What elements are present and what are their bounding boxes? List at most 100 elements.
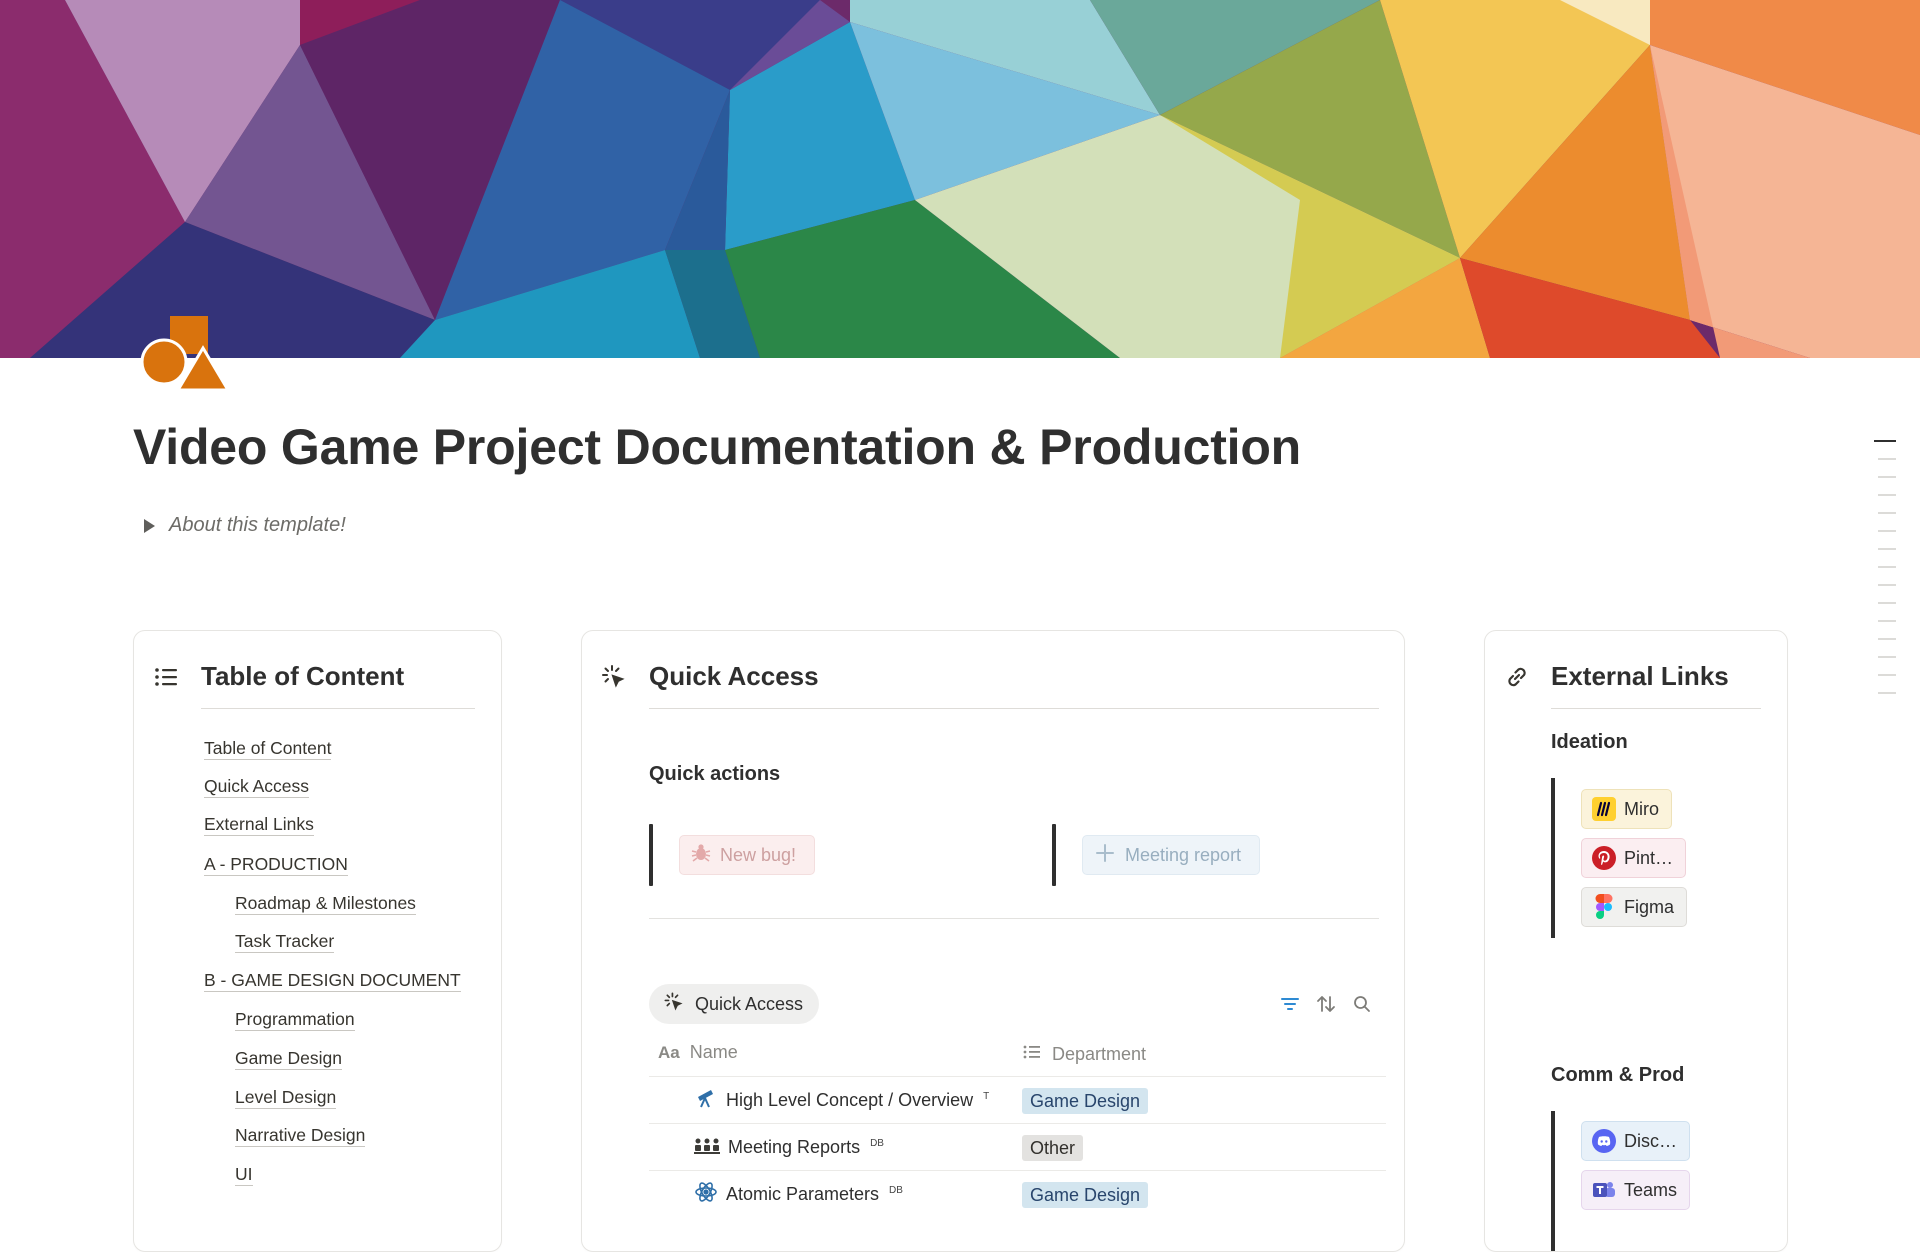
toc-item-production[interactable]: A - PRODUCTION bbox=[204, 853, 348, 876]
toc-item-level-design[interactable]: Level Design bbox=[235, 1086, 337, 1109]
outline-item[interactable] bbox=[1878, 566, 1896, 568]
figma-icon bbox=[1592, 894, 1616, 919]
table-of-content-card: Table of Content Table of Content Quick … bbox=[133, 630, 502, 1252]
toc-item-roadmap[interactable]: Roadmap & Milestones bbox=[235, 892, 416, 915]
outline-item[interactable] bbox=[1878, 674, 1896, 676]
outline-item[interactable] bbox=[1878, 584, 1896, 586]
divider bbox=[201, 708, 475, 709]
quick-actions-heading: Quick actions bbox=[649, 763, 781, 785]
new-bug-label: New bug! bbox=[720, 844, 797, 865]
table-row[interactable]: Atomic Parameters DB Game Design bbox=[649, 1171, 1386, 1217]
outline-item[interactable] bbox=[1878, 494, 1896, 496]
plus-icon bbox=[1095, 843, 1115, 868]
sort-icon[interactable] bbox=[1315, 993, 1337, 1015]
outline-item[interactable] bbox=[1878, 458, 1896, 460]
link-figma[interactable]: Figma bbox=[1581, 887, 1688, 927]
toc-item-game-design[interactable]: Game Design bbox=[235, 1047, 342, 1070]
meeting-report-label: Meeting report bbox=[1125, 844, 1242, 865]
row-badge: DB bbox=[870, 1137, 884, 1149]
row-name-text: Meeting Reports bbox=[728, 1136, 861, 1157]
search-icon[interactable] bbox=[1351, 993, 1373, 1015]
toc-item-external-links[interactable]: External Links bbox=[204, 813, 314, 836]
miro-icon bbox=[1592, 797, 1616, 821]
toc-item-table-of-content[interactable]: Table of Content bbox=[204, 737, 332, 760]
outline-item[interactable] bbox=[1878, 602, 1896, 604]
outline-item[interactable] bbox=[1878, 548, 1896, 550]
pinterest-icon bbox=[1592, 846, 1616, 870]
outline-item[interactable] bbox=[1878, 512, 1896, 514]
teams-icon bbox=[1592, 1178, 1616, 1202]
outline-item[interactable] bbox=[1878, 656, 1896, 658]
discord-icon bbox=[1592, 1129, 1616, 1153]
toc-item-game-design-document[interactable]: B - GAME DESIGN DOCUMENT bbox=[204, 969, 461, 992]
row-name-text: Atomic Parameters bbox=[726, 1183, 880, 1204]
outline-item[interactable] bbox=[1878, 530, 1896, 532]
callout-bar bbox=[649, 824, 653, 886]
outline-item[interactable] bbox=[1874, 440, 1896, 442]
link-label: Miro bbox=[1624, 798, 1659, 819]
link-label: Teams bbox=[1624, 1179, 1678, 1200]
callout-bar bbox=[1052, 824, 1056, 886]
telescope-icon bbox=[694, 1086, 718, 1115]
row-name-text: High Level Concept / Overview bbox=[726, 1089, 974, 1110]
outline-item[interactable] bbox=[1878, 692, 1896, 694]
toc-item-ui[interactable]: UI bbox=[235, 1163, 253, 1186]
new-bug-button[interactable]: New bug! bbox=[679, 835, 815, 875]
sparkle-cursor-icon bbox=[600, 663, 628, 691]
toc-item-narrative-design[interactable]: Narrative Design bbox=[235, 1124, 366, 1147]
text-aa-icon: Aa bbox=[658, 1042, 680, 1062]
outline-item[interactable] bbox=[1878, 638, 1896, 640]
link-teams[interactable]: Teams bbox=[1581, 1170, 1691, 1210]
link-label: Pint… bbox=[1624, 847, 1674, 868]
comm-prod-heading: Comm & Prod bbox=[1551, 1064, 1685, 1086]
quick-access-title: Quick Access bbox=[649, 661, 819, 691]
external-links-title: External Links bbox=[1551, 661, 1729, 691]
link-pinterest[interactable]: Pint… bbox=[1581, 838, 1687, 878]
filter-icon[interactable] bbox=[1279, 993, 1301, 1015]
sparkle-cursor-icon bbox=[663, 991, 685, 1018]
toc-title: Table of Content bbox=[201, 661, 405, 691]
shapes-icon[interactable] bbox=[140, 316, 231, 392]
link-discord[interactable]: Disc… bbox=[1581, 1121, 1690, 1161]
table-row[interactable]: Meeting Reports DB Other bbox=[649, 1124, 1386, 1170]
toggle-triangle-icon[interactable] bbox=[144, 518, 155, 533]
row-badge: T bbox=[983, 1090, 990, 1102]
department-tag: Other bbox=[1022, 1135, 1084, 1161]
meeting-report-button[interactable]: Meeting report bbox=[1082, 835, 1260, 875]
column-header-department[interactable]: Department bbox=[1022, 1042, 1146, 1067]
divider bbox=[1551, 708, 1761, 709]
outline-item[interactable] bbox=[1878, 620, 1896, 622]
toc-item-quick-access[interactable]: Quick Access bbox=[204, 775, 310, 798]
row-badge: DB bbox=[889, 1184, 903, 1196]
cover-image bbox=[0, 0, 1920, 358]
column-department-label: Department bbox=[1052, 1044, 1147, 1064]
page-outline[interactable] bbox=[1874, 440, 1896, 710]
callout-bar bbox=[1551, 1111, 1555, 1251]
row-name[interactable]: Atomic Parameters DB bbox=[694, 1171, 903, 1217]
outline-item[interactable] bbox=[1878, 476, 1896, 478]
link-miro[interactable]: Miro bbox=[1581, 789, 1672, 829]
ideation-heading: Ideation bbox=[1551, 731, 1628, 753]
toc-item-task-tracker[interactable]: Task Tracker bbox=[235, 930, 335, 953]
quick-access-card: Quick Access Quick actions New bug! Meet… bbox=[581, 630, 1405, 1252]
view-tab-quick-access[interactable]: Quick Access bbox=[649, 984, 820, 1024]
toc-item-programmation[interactable]: Programmation bbox=[235, 1008, 355, 1031]
link-label: Figma bbox=[1624, 896, 1675, 917]
row-name[interactable]: Meeting Reports DB bbox=[694, 1124, 884, 1170]
list-icon bbox=[1022, 1042, 1042, 1067]
view-tab-label: Quick Access bbox=[695, 993, 804, 1014]
bug-icon bbox=[690, 842, 712, 869]
divider bbox=[649, 708, 1379, 709]
people-icon bbox=[694, 1135, 720, 1160]
table-row[interactable]: High Level Concept / Overview T Game Desi… bbox=[649, 1077, 1386, 1123]
column-header-name[interactable]: Aa Name bbox=[658, 1042, 738, 1063]
row-name[interactable]: High Level Concept / Overview T bbox=[694, 1077, 989, 1123]
list-icon bbox=[152, 663, 180, 691]
about-toggle[interactable]: About this template! bbox=[140, 514, 346, 537]
column-name-label: Name bbox=[689, 1042, 738, 1062]
link-icon bbox=[1503, 663, 1531, 691]
department-tag: Game Design bbox=[1022, 1088, 1149, 1114]
divider bbox=[649, 918, 1379, 919]
about-toggle-label: About this template! bbox=[169, 514, 346, 536]
atom-icon bbox=[694, 1180, 718, 1209]
